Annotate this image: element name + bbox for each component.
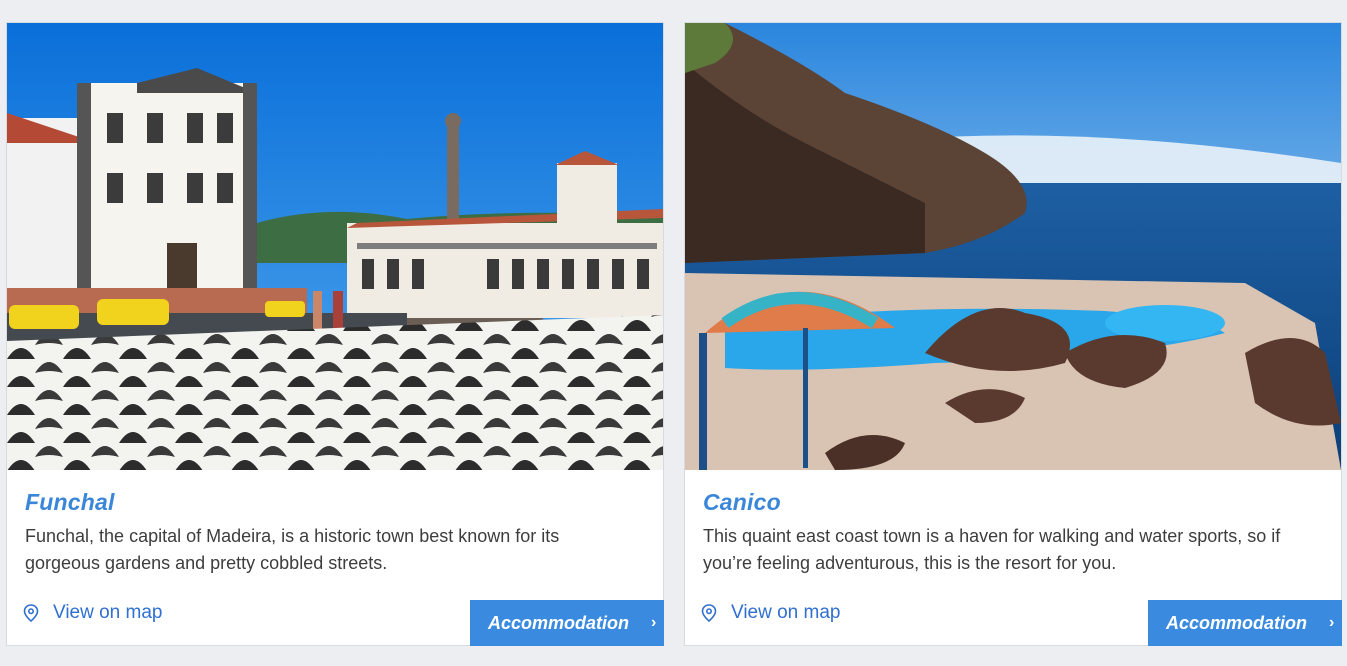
map-pin-icon	[701, 604, 717, 622]
funchal-image	[7, 23, 663, 470]
view-on-map-link[interactable]: View on map	[701, 602, 841, 624]
chevron-right-icon: ›	[651, 614, 657, 631]
chevron-right-icon: ›	[1329, 614, 1335, 631]
accommodation-button[interactable]: Accommodation ›	[470, 600, 664, 646]
destination-card-canico: Canico This quaint east coast town is a …	[684, 22, 1342, 646]
destination-card-funchal: Funchal Funchal, the capital of Madeira,…	[6, 22, 664, 646]
canico-image	[685, 23, 1341, 470]
map-pin-icon	[23, 604, 39, 622]
accommodation-button-label: Accommodation	[488, 612, 630, 633]
funchal-photo[interactable]	[7, 23, 663, 470]
view-on-map-label: View on map	[731, 602, 841, 623]
card-description: This quaint east coast town is a haven f…	[703, 526, 1281, 573]
card-title: Funchal	[25, 489, 115, 515]
canico-photo[interactable]	[685, 23, 1341, 470]
view-on-map-label: View on map	[53, 602, 163, 623]
card-title: Canico	[703, 489, 781, 515]
card-description: Funchal, the capital of Madeira, is a hi…	[25, 526, 560, 573]
view-on-map-link[interactable]: View on map	[23, 602, 163, 624]
accommodation-button-label: Accommodation	[1166, 612, 1308, 633]
destination-grid: Funchal Funchal, the capital of Madeira,…	[0, 0, 1347, 666]
accommodation-button[interactable]: Accommodation ›	[1148, 600, 1342, 646]
